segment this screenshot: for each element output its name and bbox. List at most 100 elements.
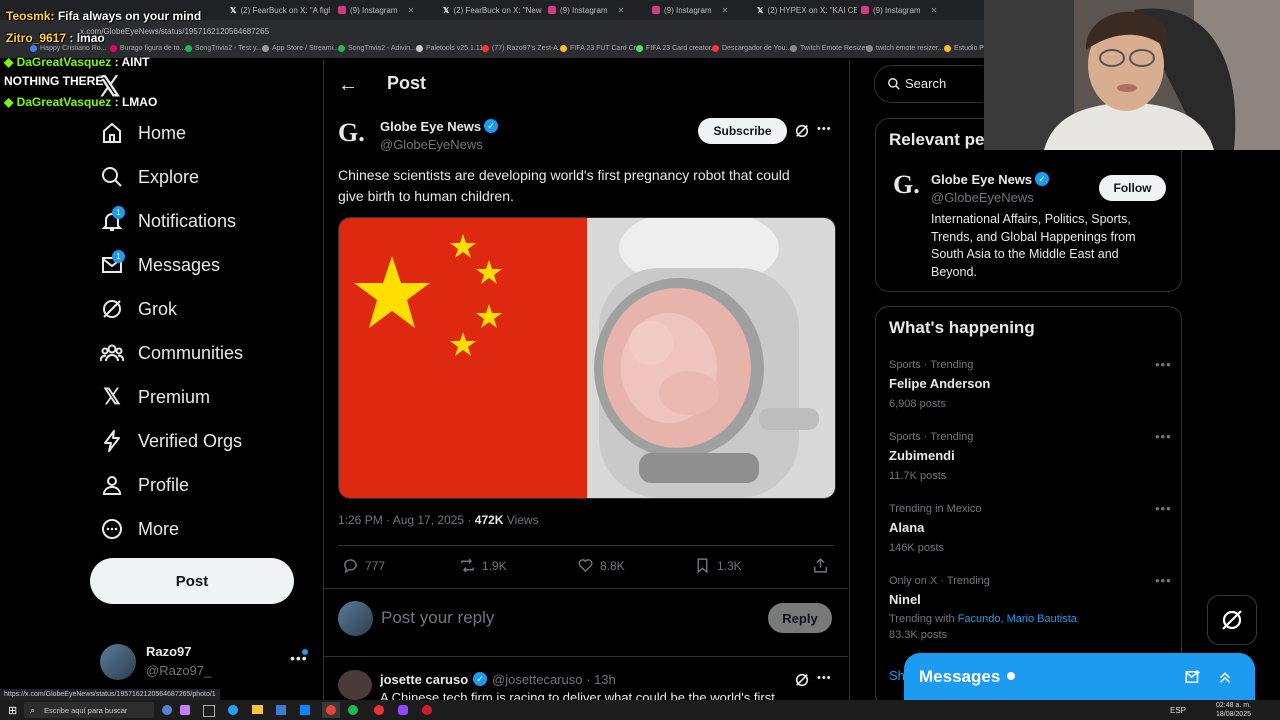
post-meta: 1:26 PM · Aug 17, 2025 · 472K Views [338,513,539,527]
panel-title: What's happening [889,318,1035,337]
account-switcher[interactable]: Razo97 @Razo97_ ••• [100,642,310,682]
browser-tab[interactable]: 𝕏 (2) FearBuck on X: "New p [443,3,543,17]
follow-button[interactable]: Follow [1099,175,1166,201]
app-icon[interactable] [180,705,190,715]
close-icon[interactable]: ✕ [722,6,729,15]
bookmark[interactable]: (77) Razo97's Zest-A... [482,45,564,52]
more-icon[interactable]: ••• [1155,501,1172,516]
subscribe-button[interactable]: Subscribe [698,118,787,144]
browser-tab[interactable]: (9) Instagram ✕ [548,3,648,17]
app-icon[interactable] [398,705,408,715]
app-icon[interactable] [300,705,310,715]
chat-message: Teosmk: Fifa always on your mind [6,9,202,23]
post-timestamp[interactable]: 1:26 PM · Aug 17, 2025 · [338,513,471,527]
app-icon[interactable] [422,705,432,715]
browser-tab[interactable]: (9) Instagram ✕ [652,3,752,17]
sidebar-item-notifications[interactable]: 1 Notifications [100,206,236,233]
relevant-handle[interactable]: @GlobeEyeNews [931,190,1034,205]
sidebar-item-grok[interactable]: Grok [100,297,177,321]
browser-tab[interactable]: (9) Instagram ✕ [861,3,961,17]
share-icon[interactable] [812,557,829,574]
clock[interactable]: 02:48 a. m. 18/08/2025 [1215,701,1251,719]
search-input[interactable]: Search [874,65,983,103]
browser-tab[interactable]: 𝕏 (2) FearBuck on X: "A figh [230,3,330,17]
like-action[interactable]: 8.8K [577,557,625,574]
spotify-icon[interactable] [348,705,358,715]
close-icon[interactable]: ✕ [931,6,938,15]
edge-icon[interactable] [228,705,238,715]
bookmark[interactable]: Paletools v25.1.11 [416,45,483,52]
messages-badge: 1 [112,250,125,263]
chevron-up-icon[interactable] [1216,668,1234,686]
reply-text: A Chinese tech firm is racing to deliver… [380,690,775,700]
sidebar-item-messages[interactable]: 1 Messages [100,250,220,277]
taskbar-search[interactable]: ⌕ Escribe aquí para buscar [24,702,154,718]
sidebar-item-communities[interactable]: Communities [100,341,243,365]
grok-floating-button[interactable] [1207,595,1257,645]
avatar[interactable]: G. [338,118,370,150]
x-logo-icon: 𝕏 [757,5,764,15]
reply-button[interactable]: Reply [768,603,832,633]
bookmark[interactable]: FIFA 23 Card creator... [636,45,716,52]
folder-icon[interactable] [252,705,263,714]
trend-item[interactable]: Sports · Trending Zubimendi 11.7K posts … [889,429,1171,482]
back-arrow-icon[interactable]: ← [338,74,358,97]
reply-input[interactable]: Post your reply [381,608,494,628]
close-icon[interactable]: ✕ [408,6,415,15]
language-indicator[interactable]: ESP [1170,706,1186,715]
reply-author-name[interactable]: josette caruso [380,672,468,687]
app-icon[interactable] [374,705,384,715]
app-icon[interactable] [162,705,172,715]
views-label: Views [506,513,539,527]
close-icon[interactable]: ✕ [618,6,625,15]
trend-item[interactable]: Trending in Mexico Alana 146K posts ••• [889,501,1171,554]
bookmark[interactable]: FIFA 23 FUT Card Cr... [560,45,641,52]
sidebar-item-verified-orgs[interactable]: Verified Orgs [100,429,242,453]
chat-message: Zitro_9617 : lmao [6,31,105,45]
bookmark[interactable]: SongTrivia2 - Adivin... [338,45,416,52]
more-icon[interactable]: ••• [1155,573,1172,588]
avatar[interactable]: G. [893,170,920,200]
bookmark[interactable]: Twitch Emote Resizer [790,45,868,52]
bookmark[interactable]: Happy Cristiano Ro... [30,45,107,52]
messages-drawer[interactable]: Messages [904,653,1255,700]
repost-action[interactable]: 1.9K [459,557,507,574]
notification-badge: 1 [112,206,125,219]
post-button[interactable]: Post [90,558,294,604]
sidebar-item-explore[interactable]: Explore [100,165,199,189]
bookmark[interactable]: App Store / Streami... [262,45,339,52]
grok-icon[interactable] [794,672,810,688]
more-icon[interactable]: ••• [1155,357,1172,372]
sidebar-item-home[interactable]: Home [100,121,186,145]
browser-tab[interactable]: 𝕏 (2) HYPEX on X: "KAI CEN [757,3,857,17]
reply-author-handle[interactable]: @josettecaruso · 13h [492,672,616,687]
post-image[interactable] [338,217,836,499]
trend-item[interactable]: Sports · Trending Felipe Anderson 6,908 … [889,357,1171,410]
sidebar-item-premium[interactable]: 𝕏 Premium [100,385,210,409]
bookmark[interactable]: Burago figura de to... [110,45,185,52]
task-view-icon[interactable] [203,705,215,717]
trend-item[interactable]: Only on X · Trending Ninel Trending with… [889,573,1171,641]
app-icon[interactable] [276,705,286,715]
browser-tab[interactable]: (9) Instagram ✕ [338,3,438,17]
bookmark[interactable]: twitch emote resizer... [866,45,944,52]
bookmark-action[interactable]: 1.3K [694,557,742,574]
new-message-icon[interactable] [1184,668,1202,686]
sidebar-item-profile[interactable]: Profile [100,473,189,497]
panel-title: Relevant people [889,130,984,149]
grok-icon[interactable] [794,123,810,139]
author-handle[interactable]: @GlobeEyeNews [380,137,483,152]
more-icon[interactable]: ••• [817,672,832,684]
link-status-bar: https://x.com/GlobeEyeNews/status/195716… [0,689,220,700]
more-icon[interactable]: ••• [1155,429,1172,444]
bookmark[interactable]: Descargador de You... [712,45,791,52]
reply-action[interactable]: 777 [342,557,385,574]
more-icon[interactable]: ••• [817,123,832,135]
windows-start-icon[interactable]: ⊞ [8,704,17,717]
author-name[interactable]: Globe Eye News [380,119,481,134]
bookmark[interactable]: SongTrivia2 - Test y... [185,45,262,52]
grok-icon [103,300,121,318]
trend-related-links[interactable]: Facundo, Mario Bautista [958,613,1077,625]
relevant-name[interactable]: Globe Eye News [931,172,1032,187]
sidebar-item-more[interactable]: More [100,517,179,541]
